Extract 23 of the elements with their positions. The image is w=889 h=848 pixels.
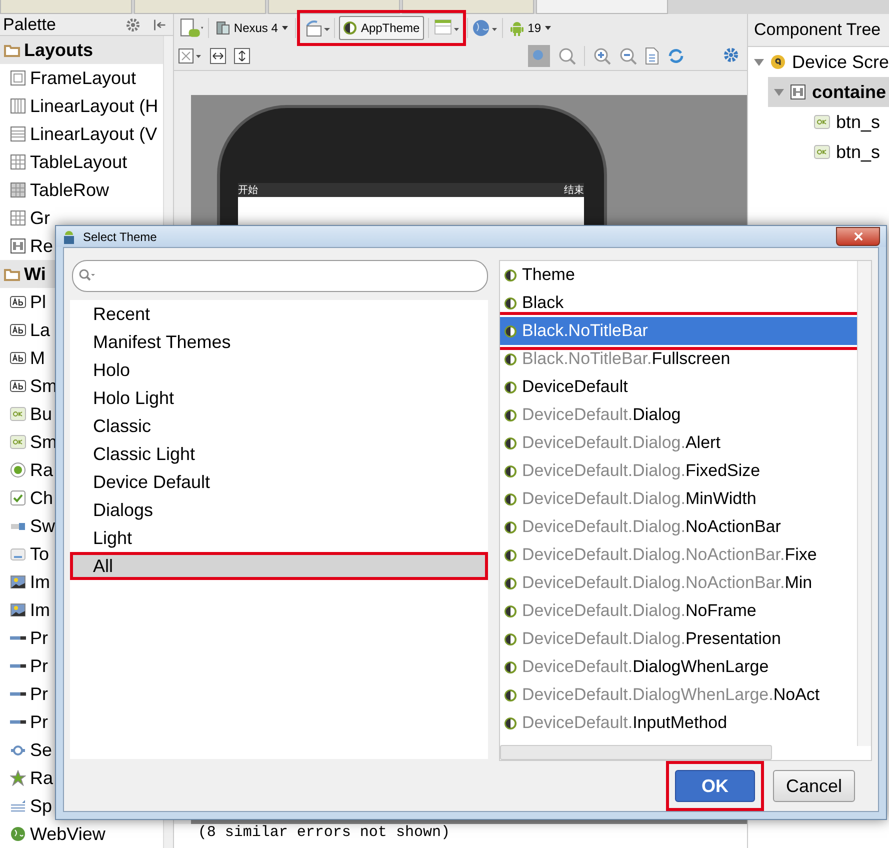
theme-name: DeviceDefault.Dialog.Presentation (522, 629, 781, 649)
theme-name: DeviceDefault.DialogWhenLarge (522, 657, 769, 677)
dialog-title: Select Theme (83, 230, 157, 244)
theme-name: Black (522, 293, 564, 313)
theme-name: DeviceDefault.Dialog.NoFrame (522, 601, 756, 621)
theme-name: DeviceDefault.Dialog.NoActionBar.Fixe (522, 545, 817, 565)
theme-name: DeviceDefault.InputMethod (522, 713, 728, 733)
theme-name: DeviceDefault.Dialog.NoActionBar (522, 517, 781, 537)
theme-name: DeviceDefault.DialogWhenLarge.NoAct (522, 685, 820, 705)
screen-text: 开始 (238, 184, 258, 197)
theme-name: DeviceDefault.Dialog.MinWidth (522, 489, 756, 509)
theme-name: Black.NoTitleBar (522, 321, 648, 341)
theme-name: Black.NoTitleBar.Fullscreen (522, 349, 730, 369)
screen-text: 结束 (564, 184, 584, 197)
error-message: (8 similar errors not shown) (174, 824, 747, 848)
theme-name: Theme (522, 265, 575, 285)
theme-name: DeviceDefault.Dialog (522, 405, 681, 425)
panel-title: Palette (3, 14, 56, 34)
theme-name: DeviceDefault (522, 377, 628, 397)
panel-title: Component Tree (748, 14, 889, 47)
theme-name: DeviceDefault.Dialog.Alert (522, 433, 720, 453)
theme-name: DeviceDefault.Dialog.FixedSize (522, 461, 760, 481)
theme-name: DeviceDefault.Dialog.NoActionBar.Min (522, 573, 812, 593)
